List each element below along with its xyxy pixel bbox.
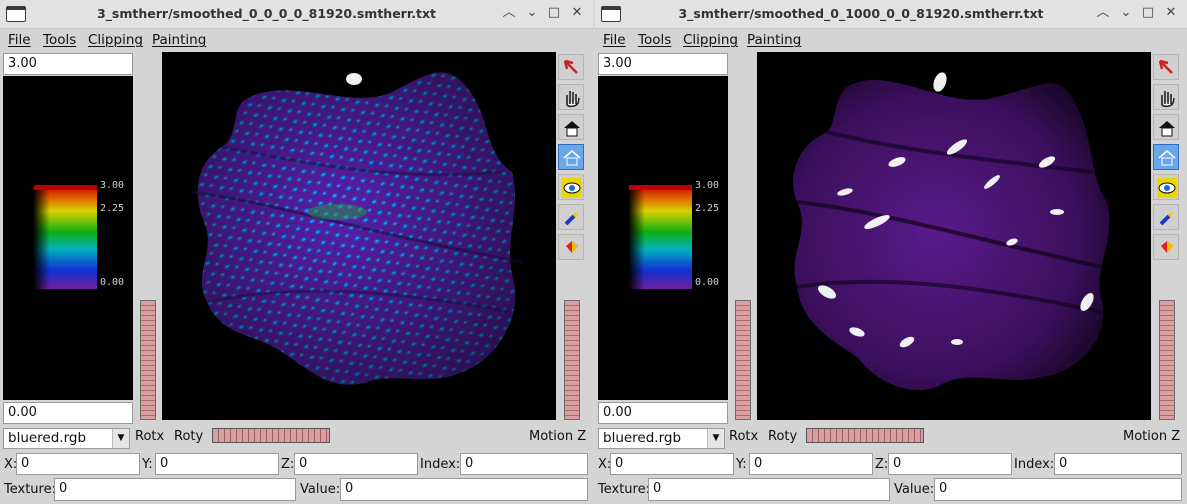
minimize-button[interactable]: ⌄ [1118,5,1134,21]
color-scale-panel: 3.00 2.25 0.00 [598,76,728,400]
index-label: Index: [420,457,461,472]
colormap-select[interactable]: bluered.rgb ▼ [3,428,130,449]
surface-render [191,72,523,385]
flashlight-icon[interactable] [1153,204,1179,230]
x-field[interactable]: 0 [610,453,734,475]
texture-label: Texture: [4,482,56,497]
index-field[interactable]: 0 [460,453,588,475]
paint-icon[interactable] [1153,234,1179,260]
value-label: Value: [894,482,935,497]
eye-icon[interactable] [558,174,584,200]
chevron-down-icon: ▼ [707,429,724,448]
y-field[interactable]: 0 [155,453,279,475]
pointer-icon[interactable] [558,54,584,80]
color-scale-bar [34,185,97,289]
close-button[interactable]: ✕ [569,5,585,21]
window-icon [601,6,621,22]
index-field[interactable]: 0 [1054,453,1182,475]
index-label: Index: [1014,457,1055,472]
window-title: 3_smtherr/smoothed_0_0_0_0_81920.smtherr… [96,6,436,21]
motion-z-slider[interactable] [564,300,580,420]
value-label: Value: [300,482,341,497]
pointer-icon[interactable] [1153,54,1179,80]
rotx-label: Rotx [135,429,165,444]
scale-tick-min: 0.00 [695,277,720,288]
scale-tick-max: 3.00 [100,180,125,191]
menu-painting[interactable]: Painting [152,32,206,48]
menu-bar: File Tools Clipping Painting [0,29,593,51]
window-title: 3_smtherr/smoothed_0_1000_0_0_81920.smth… [678,6,1044,21]
house-icon[interactable] [558,114,584,140]
color-scale-bar [629,185,692,289]
title-bar[interactable]: 3_smtherr/smoothed_0_1000_0_0_81920.smth… [595,0,1187,29]
3d-viewport[interactable] [757,52,1151,420]
min-value-field[interactable]: 0.00 [598,402,728,424]
texture-label: Texture: [598,482,650,497]
rotx-label: Rotx [729,429,759,444]
scale-tick-min: 0.00 [100,277,125,288]
eye-icon[interactable] [1153,174,1179,200]
y-label: Y: [142,457,153,472]
house-icon[interactable] [1153,114,1179,140]
colormap-select-value: bluered.rgb [603,430,682,446]
z-label: Z: [281,457,295,472]
y-field[interactable]: 0 [749,453,873,475]
value-field[interactable]: 0 [340,478,588,501]
motion-z-label: Motion Z [529,429,587,444]
home-view-icon[interactable] [1153,144,1179,170]
max-value-field[interactable]: 3.00 [3,53,133,75]
hand-icon[interactable] [558,84,584,110]
menu-tools[interactable]: Tools [43,32,76,48]
roty-slider[interactable] [212,428,330,443]
hand-icon[interactable] [1153,84,1179,110]
texture-field[interactable]: 0 [54,478,296,501]
menu-clipping[interactable]: Clipping [683,32,738,48]
motion-z-label: Motion Z [1123,429,1181,444]
shade-button[interactable]: ︿ [501,5,517,21]
minimize-button[interactable]: ⌄ [524,5,540,21]
texture-field[interactable]: 0 [648,478,890,501]
menu-file[interactable]: File [8,32,31,48]
scale-tick-mid: 2.25 [100,203,125,214]
home-view-icon[interactable] [558,144,584,170]
menu-bar: File Tools Clipping Painting [595,29,1187,51]
paint-icon[interactable] [558,234,584,260]
colormap-select-value: bluered.rgb [8,430,87,446]
max-value-field[interactable]: 3.00 [598,53,728,75]
menu-file[interactable]: File [603,32,626,48]
roty-label: Roty [174,429,204,444]
min-value-field[interactable]: 0.00 [3,402,133,424]
surface-render [793,72,1110,391]
z-field[interactable]: 0 [888,453,1012,475]
scale-tick-mid: 2.25 [695,203,720,214]
menu-clipping[interactable]: Clipping [88,32,143,48]
shade-button[interactable]: ︿ [1095,5,1111,21]
motion-z-slider[interactable] [1159,300,1175,420]
flashlight-icon[interactable] [558,204,584,230]
viewer-window-left: 3_smtherr/smoothed_0_0_0_0_81920.smtherr… [0,0,593,504]
maximize-button[interactable]: □ [546,5,562,21]
menu-tools[interactable]: Tools [638,32,671,48]
menu-painting[interactable]: Painting [747,32,801,48]
z-field[interactable]: 0 [294,453,418,475]
window-icon [6,6,26,22]
roty-label: Roty [768,429,798,444]
vertical-slider-left[interactable] [735,300,751,420]
roty-slider[interactable] [806,428,924,443]
value-field[interactable]: 0 [934,478,1182,501]
viewer-window-right: 3_smtherr/smoothed_0_1000_0_0_81920.smth… [595,0,1187,504]
vertical-slider-left[interactable] [140,300,156,420]
y-label: Y: [736,457,747,472]
3d-viewport[interactable] [162,52,556,420]
scale-tick-max: 3.00 [695,180,720,191]
chevron-down-icon: ▼ [112,429,129,448]
color-scale-panel: 3.00 2.25 0.00 [3,76,133,400]
title-bar[interactable]: 3_smtherr/smoothed_0_0_0_0_81920.smtherr… [0,0,593,29]
colormap-select[interactable]: bluered.rgb ▼ [598,428,725,449]
x-field[interactable]: 0 [16,453,140,475]
close-button[interactable]: ✕ [1163,5,1179,21]
maximize-button[interactable]: □ [1140,5,1156,21]
z-label: Z: [875,457,889,472]
